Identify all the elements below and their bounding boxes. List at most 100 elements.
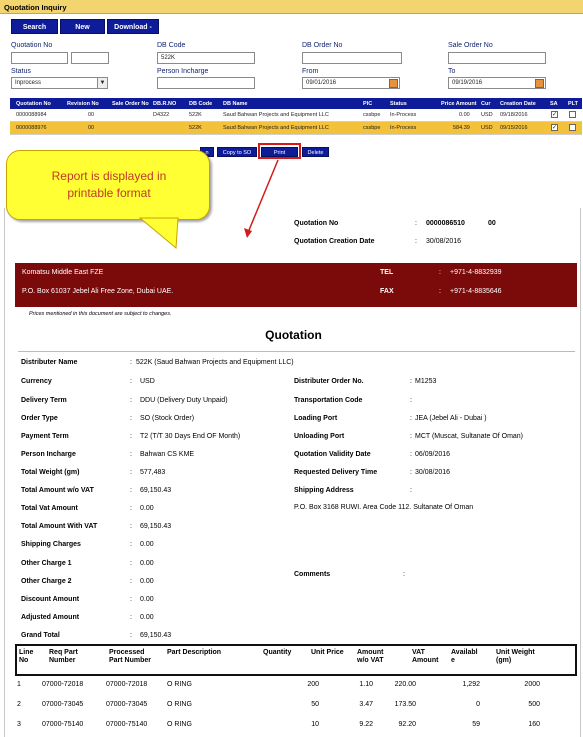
colon: : bbox=[130, 614, 132, 621]
field-label: Distributer Order No. bbox=[294, 378, 364, 385]
sa-checkbox[interactable]: ✓ bbox=[551, 111, 558, 118]
colon: : bbox=[410, 433, 412, 440]
cell-db-code: 522K bbox=[189, 125, 202, 131]
colon: : bbox=[403, 571, 405, 578]
plt-checkbox[interactable] bbox=[569, 111, 576, 118]
field-label: Delivery Term bbox=[21, 397, 67, 404]
colon: : bbox=[130, 560, 132, 567]
report-quotation-no-value: 0000086510 bbox=[426, 220, 465, 227]
field-value: 69,150.43 bbox=[140, 632, 172, 639]
divider bbox=[18, 351, 575, 352]
field-label: Total Amount With VAT bbox=[21, 523, 98, 530]
field-label: Other Charge 1 bbox=[21, 560, 72, 567]
quotation-no-input[interactable] bbox=[11, 52, 68, 64]
item-cell-line: 2 bbox=[17, 701, 21, 708]
calendar-icon[interactable] bbox=[389, 79, 398, 88]
to-date-input[interactable]: 09/19/2016 bbox=[448, 77, 546, 89]
field-value: 69,150.43 bbox=[140, 523, 172, 530]
field-value: T2 (T/T 30 Days End OF Month) bbox=[140, 433, 241, 440]
item-cell-weight: 2000 bbox=[524, 681, 540, 688]
field-value: 0.00 bbox=[140, 596, 154, 603]
item-cell-desc: O RING bbox=[167, 721, 192, 728]
item-cell-price: 3.47 bbox=[359, 701, 373, 708]
comments-label: Comments bbox=[294, 571, 331, 578]
company-banner: Komatsu Middle East FZE P.O. Box 61037 J… bbox=[15, 263, 577, 307]
sale-order-no-label: Sale Order No bbox=[448, 42, 493, 49]
cell-cur: USD bbox=[481, 112, 493, 118]
calendar-icon[interactable] bbox=[535, 79, 544, 88]
cell-quotation-no[interactable]: 0000088984 bbox=[16, 112, 47, 118]
from-date-input[interactable]: 09/01/2016 bbox=[302, 77, 400, 89]
search-button[interactable]: Search bbox=[11, 19, 58, 34]
cell-status: In-Process bbox=[390, 125, 417, 131]
from-label: From bbox=[302, 68, 319, 75]
item-cell-proc: 07000-75140 bbox=[106, 721, 148, 728]
field-value: 577,483 bbox=[140, 469, 166, 476]
field-value: DDU (Delivery Duty Unpaid) bbox=[140, 397, 228, 404]
tel-value: +971-4-8832939 bbox=[450, 269, 502, 276]
items-header-unit_price: Unit Price bbox=[311, 649, 344, 656]
item-cell-amount: 220.00 bbox=[394, 681, 416, 688]
status-label: Status bbox=[11, 68, 31, 75]
field-value: JEA (Jebel Ali - Dubai ) bbox=[415, 415, 487, 422]
item-cell-avail: 1,292 bbox=[462, 681, 480, 688]
creation-date-value: 30/08/2016 bbox=[426, 238, 462, 245]
items-header-weight: (gm) bbox=[496, 657, 512, 664]
chevron-down-icon[interactable]: ▼ bbox=[97, 78, 107, 88]
quotation-rev-input[interactable] bbox=[71, 52, 109, 64]
person-incharge-input[interactable] bbox=[157, 77, 255, 89]
colon: : bbox=[130, 487, 132, 494]
field-value: MCT (Muscat, Sultanate Of Oman) bbox=[415, 433, 524, 440]
col-price-amount: Price Amount bbox=[441, 101, 477, 107]
sa-checkbox[interactable]: ✓ bbox=[551, 124, 558, 131]
colon: : bbox=[130, 433, 132, 440]
item-cell-price: 9.22 bbox=[359, 721, 373, 728]
distributor-name-value: 522K (Saud Bahwan Projects and Equipment… bbox=[136, 359, 294, 366]
col-revision-no: Revision No bbox=[67, 101, 99, 107]
plt-checkbox[interactable] bbox=[569, 124, 576, 131]
colon: : bbox=[439, 288, 441, 295]
field-label: Currency bbox=[21, 378, 52, 385]
field-label: Discount Amount bbox=[21, 596, 80, 603]
col-sa: SA bbox=[550, 101, 558, 107]
col-plt: PLT bbox=[568, 101, 578, 107]
col-cur: Cur bbox=[481, 101, 491, 107]
copy-to-so-button[interactable]: Copy to SO bbox=[217, 147, 257, 157]
db-code-label: DB Code bbox=[157, 42, 186, 49]
status-select[interactable]: Inprocess ▼ bbox=[11, 77, 108, 89]
field-value: 06/09/2016 bbox=[415, 451, 451, 458]
field-label: Grand Total bbox=[21, 632, 60, 639]
items-header-proc_part: Part Number bbox=[109, 657, 152, 664]
item-cell-desc: O RING bbox=[167, 701, 192, 708]
table-row-selected[interactable]: 0000088976 00 522K Saud Bahwan Projects … bbox=[10, 122, 582, 135]
cell-revision-no: 00 bbox=[88, 112, 95, 118]
delete-button[interactable]: Delete bbox=[302, 147, 329, 157]
new-button[interactable]: New bbox=[60, 19, 105, 34]
sale-order-no-input[interactable] bbox=[448, 52, 546, 64]
quotation-no-label: Quotation No bbox=[11, 42, 53, 49]
db-code-input[interactable]: 522K bbox=[157, 52, 255, 64]
field-label: Other Charge 2 bbox=[21, 578, 72, 585]
item-cell-line: 1 bbox=[17, 681, 21, 688]
db-order-no-input[interactable] bbox=[302, 52, 402, 64]
item-cell-proc: 07000-73045 bbox=[106, 701, 148, 708]
field-label: Loading Port bbox=[294, 415, 338, 422]
colon: : bbox=[130, 578, 132, 585]
field-label: Shipping Charges bbox=[21, 541, 81, 548]
cell-db-code: 522K bbox=[189, 112, 202, 118]
cell-quotation-no[interactable]: 0000088976 bbox=[16, 125, 47, 131]
field-value: 69,150.43 bbox=[140, 487, 172, 494]
field-value: Bahwan CS KME bbox=[140, 451, 195, 458]
company-name: Komatsu Middle East FZE bbox=[22, 269, 104, 276]
colon: : bbox=[415, 220, 417, 227]
colon: : bbox=[130, 397, 132, 404]
items-header-req_part: Number bbox=[49, 657, 76, 664]
company-address: P.O. Box 61037 Jebel Ali Free Zone, Duba… bbox=[22, 288, 174, 295]
items-header-proc_part: Processed bbox=[109, 649, 145, 656]
item-cell-weight: 160 bbox=[528, 721, 540, 728]
field-value: 0.00 bbox=[140, 560, 154, 567]
table-row[interactable]: 0000088984 00 D4322 522K Saud Bahwan Pro… bbox=[10, 109, 582, 122]
item-cell-req: 07000-75140 bbox=[42, 721, 84, 728]
download-button[interactable]: Download - bbox=[107, 19, 159, 34]
colon: : bbox=[410, 469, 412, 476]
